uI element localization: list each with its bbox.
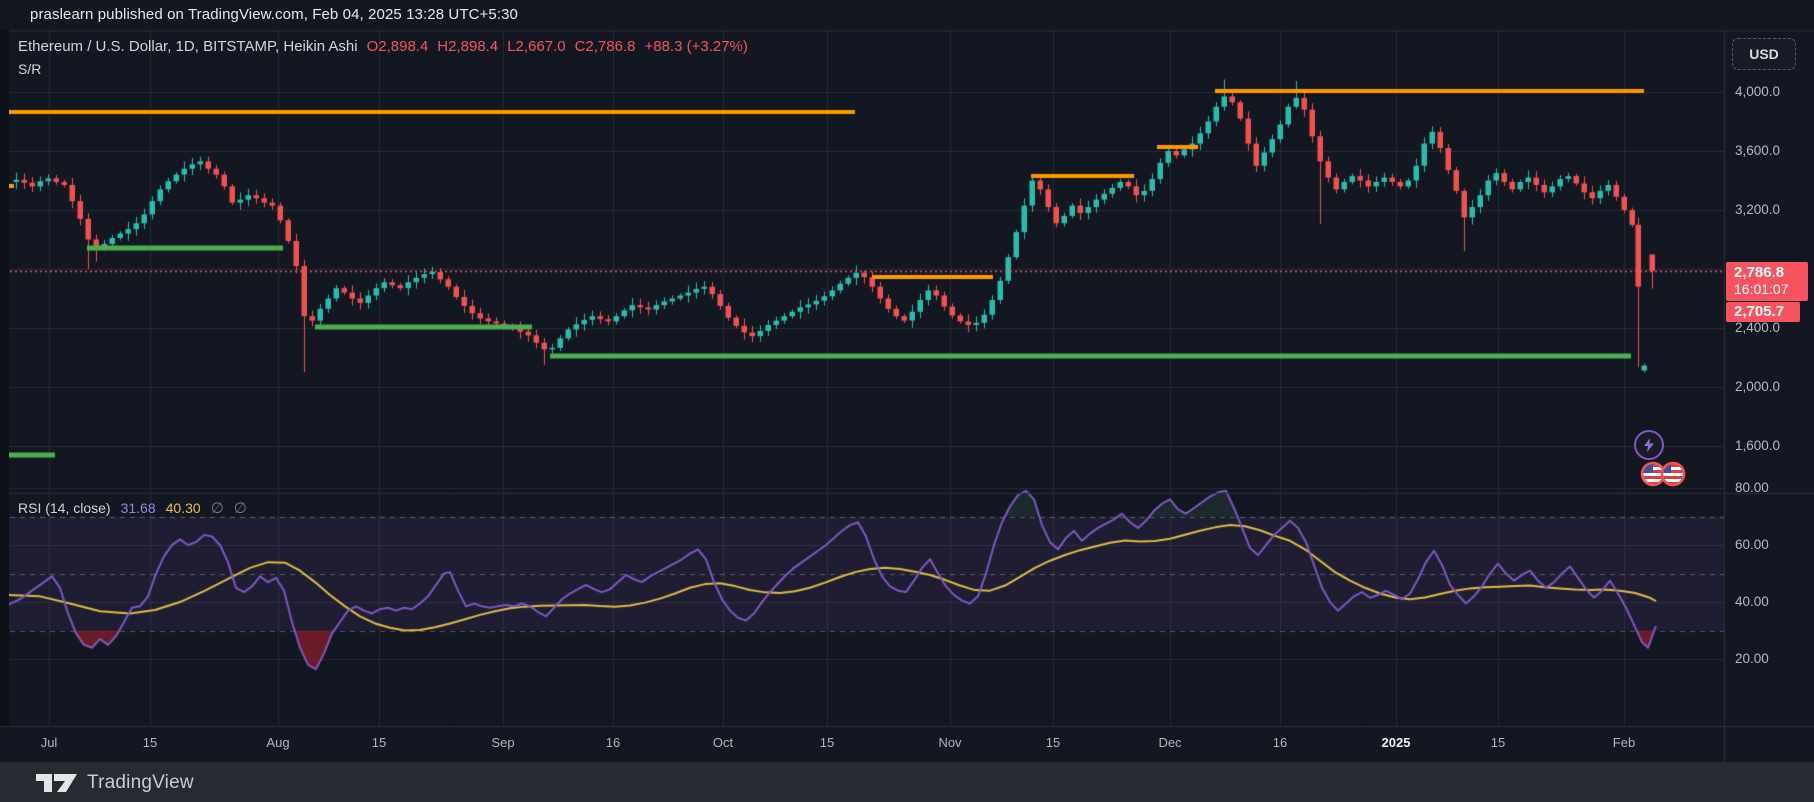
time-axis-label: 16 [605,735,621,750]
time-axis-label: Jul [40,735,58,750]
rsi-empty-icon: ∅ [210,500,224,517]
rsi-scale-label: 60.00 [1735,537,1769,553]
usa-flag-icon [1640,461,1686,487]
price-and-rsi-chart-canvas[interactable] [0,30,1814,762]
time-axis-label: Dec [1158,735,1182,750]
chart-area: Ethereum / U.S. Dollar, 1D, BITSTAMP, He… [0,30,1814,762]
rsi-empty-icon: ∅ [233,500,247,517]
symbol-legend[interactable]: Ethereum / U.S. Dollar, 1D, BITSTAMP, He… [18,38,748,55]
tradingview-mark-icon [36,774,77,792]
tradingview-logo[interactable]: TradingView [36,771,194,795]
current-price-value: 2,786.8 [1734,264,1785,281]
lightning-icon [1644,438,1654,452]
rsi-scale-label: 40.00 [1735,594,1769,610]
time-axis-label: 15 [819,735,835,750]
time-axis-label: 2025 [1381,735,1411,750]
time-axis[interactable]: Jul 15 Aug 15 Sep 16 Oct 15 Nov 15 Dec 16 2025 15 Feb [0,726,1814,762]
time-axis-label: 15 [142,735,158,750]
time-axis-label: Feb [1612,735,1636,750]
time-axis-label: 15 [1490,735,1506,750]
symbol-title[interactable]: Ethereum / U.S. Dollar, 1D, BITSTAMP, He… [18,38,358,55]
rsi-scale-label: 80.00 [1735,480,1769,495]
rsi-scale-label: 20.00 [1735,651,1769,667]
price-scale-label: 3,600.0 [1735,143,1781,158]
time-axis-label: Nov [938,735,962,750]
real-price-label: 2,705.7 [1726,302,1800,322]
ohlc-high: H2,898.4 [437,38,499,55]
current-price-label: 2,786.8 16:01:07 [1726,262,1808,301]
sr-indicator-label[interactable]: S/R [18,61,41,77]
time-axis-label: 15 [1045,735,1061,750]
time-axis-label: Oct [712,735,734,750]
tradingview-wordmark: TradingView [87,772,194,793]
time-axis-label: 16 [1272,735,1288,750]
attribution-text: praslearn published on TradingView.com, … [30,6,518,23]
currency-usd-button[interactable]: USD [1732,38,1796,70]
price-scale-label: 3,200.0 [1735,202,1781,217]
price-scale[interactable]: 4,000.0 3,600.0 3,200.0 2,400.0 2,000.0 1,600… [1724,30,1814,726]
bottom-brand-bar: TradingView [0,762,1814,802]
price-scale-label: 2,000.0 [1735,379,1781,394]
rsi-ma-value: 40.30 [165,500,201,516]
change-value: +88.3 (+3.27%) [644,38,748,55]
ohlc-close: C2,786.8 [574,38,636,55]
rsi-title[interactable]: RSI (14, close) [18,500,111,516]
rsi-value: 31.68 [120,500,156,516]
time-axis-label: 15 [371,735,387,750]
price-scale-label: 2,400.0 [1735,320,1781,335]
attribution-bar: praslearn published on TradingView.com, … [0,0,1814,30]
price-scale-label: 4,000.0 [1735,84,1781,99]
rsi-legend[interactable]: RSI (14, close) 31.68 40.30 ∅ ∅ [18,499,247,517]
time-axis-label: Aug [266,735,290,750]
instant-order-button[interactable] [1634,430,1664,460]
bar-countdown: 16:01:07 [1734,281,1789,297]
price-scale-label: 1,600.0 [1735,438,1781,453]
ohlc-low: L2,667.0 [507,38,566,55]
ohlc-open: O2,898.4 [366,38,429,55]
us-market-flags-badge[interactable] [1640,461,1686,487]
tradingview-chart-page: praslearn published on TradingView.com, … [0,0,1814,802]
time-axis-label: Sep [491,735,515,750]
chart-left-margin [0,30,9,726]
